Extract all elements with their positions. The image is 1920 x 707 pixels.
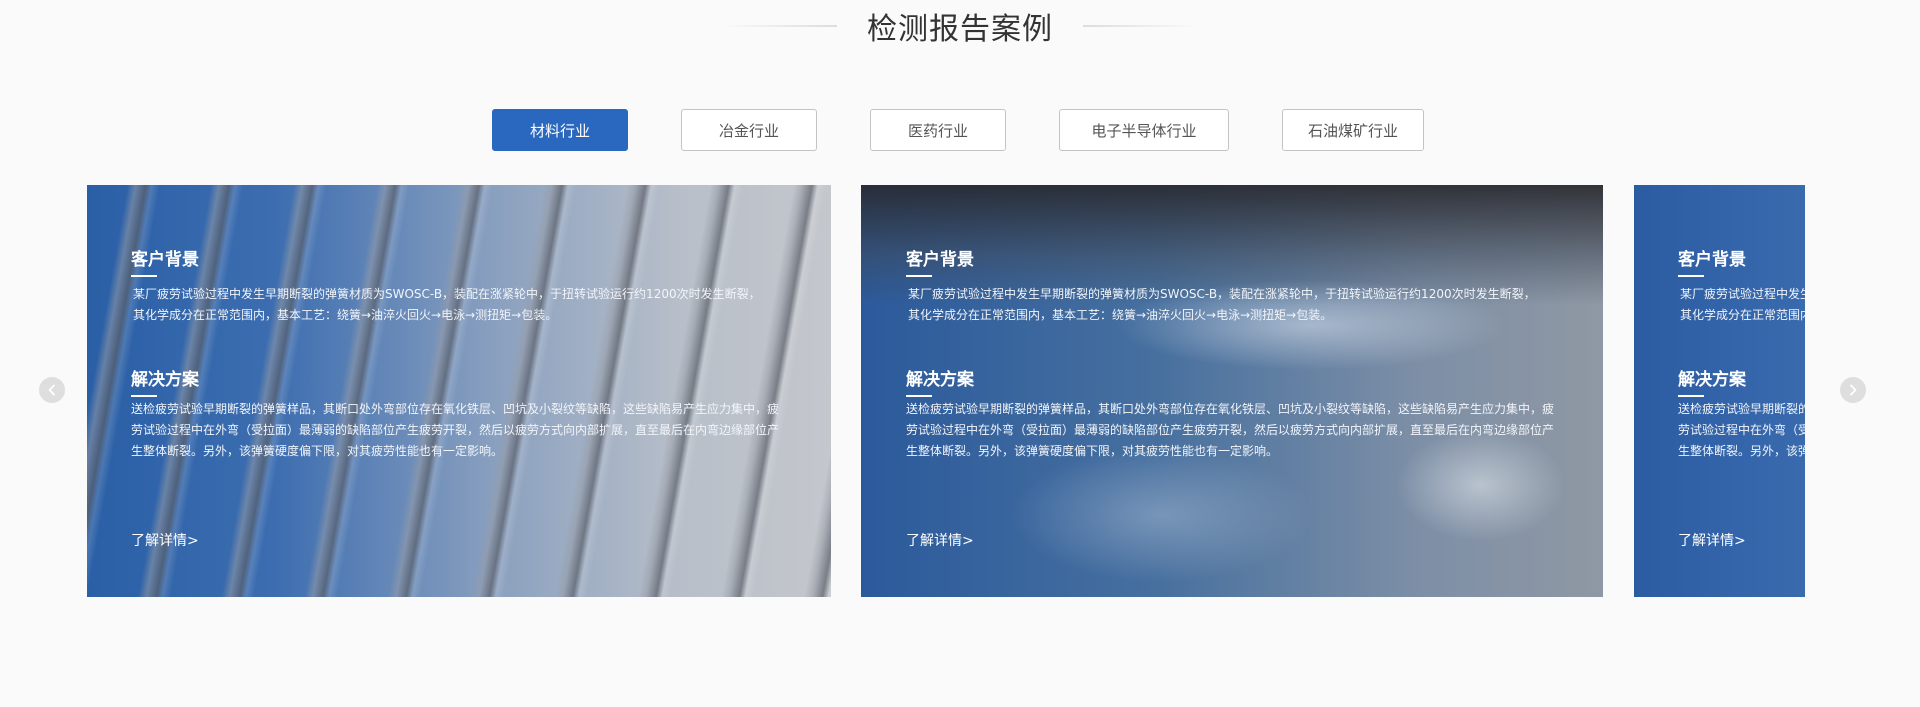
solution-text: 生整体断裂。另外，该弹簧硬度偏下限，对其疲劳性能也有一定影响。 (906, 444, 1279, 458)
case-card[interactable]: 客户背景 某厂疲劳试验过程中发生 其化学成分在正常范围内 解决方案 送检疲劳试验… (1634, 185, 1805, 597)
learn-more-link[interactable]: 了解详情> (131, 530, 199, 550)
solution-text: 送检疲劳试验早期断裂的 (1678, 402, 1805, 416)
heading-underline (906, 275, 932, 277)
customer-background-text: 其化学成分在正常范围内 (1680, 308, 1805, 322)
learn-more-link[interactable]: 了解详情> (1678, 530, 1746, 550)
customer-background-heading: 客户背景 (906, 250, 974, 270)
heading-underline (131, 395, 157, 397)
customer-background-text: 其化学成分在正常范围内，基本工艺：绕簧→油淬火回火→电泳→测扭矩→包装。 (133, 308, 558, 322)
solution-text: 生整体断裂。另外，该弹簧硬度偏下限，对其疲劳性能也有一定影响。 (131, 444, 504, 458)
title-divider-right (1083, 25, 1198, 27)
case-card[interactable]: 客户背景 某厂疲劳试验过程中发生早期断裂的弹簧材质为SWOSC-B，装配在涨紧轮… (87, 185, 831, 597)
carousel-prev-button[interactable] (39, 377, 65, 403)
solution-heading: 解决方案 (1678, 370, 1746, 390)
section-title: 检测报告案例 (867, 12, 1053, 47)
chevron-right-icon (1847, 381, 1859, 400)
title-divider-left (722, 25, 837, 27)
customer-background-text: 某厂疲劳试验过程中发生 (1680, 287, 1805, 301)
chevron-left-icon (46, 381, 58, 400)
solution-heading: 解决方案 (131, 370, 199, 390)
tab-materials[interactable]: 材料行业 (492, 109, 628, 151)
carousel-next-button[interactable] (1840, 377, 1866, 403)
heading-underline (131, 275, 157, 277)
customer-background-text: 其化学成分在正常范围内，基本工艺：绕簧→油淬火回火→电泳→测扭矩→包装。 (908, 308, 1333, 322)
section-header: 检测报告案例 (0, 4, 1920, 48)
tab-pharmaceutical[interactable]: 医药行业 (870, 109, 1006, 151)
customer-background-text: 某厂疲劳试验过程中发生早期断裂的弹簧材质为SWOSC-B，装配在涨紧轮中，于扭转… (908, 287, 1536, 301)
solution-text: 劳试验过程中在外弯（受拉面）最薄弱的缺陷部位产生疲劳开裂，然后以疲劳方式向内部扩… (131, 423, 780, 437)
tab-electronics-semiconductor[interactable]: 电子半导体行业 (1059, 109, 1229, 151)
solution-text: 送检疲劳试验早期断裂的弹簧样品，其断口处外弯部位存在氧化铁层、凹坑及小裂纹等缺陷… (131, 402, 780, 416)
solution-heading: 解决方案 (906, 370, 974, 390)
case-section: 检测报告案例 材料行业 冶金行业 医药行业 电子半导体行业 石油煤矿行业 客户背… (0, 0, 1920, 707)
heading-underline (1678, 275, 1704, 277)
solution-text: 劳试验过程中在外弯（受 (1678, 423, 1805, 437)
learn-more-link[interactable]: 了解详情> (906, 530, 974, 550)
heading-underline (906, 395, 932, 397)
solution-text: 送检疲劳试验早期断裂的弹簧样品，其断口处外弯部位存在氧化铁层、凹坑及小裂纹等缺陷… (906, 402, 1555, 416)
solution-text: 生整体断裂。另外，该弹 (1678, 444, 1805, 458)
customer-background-heading: 客户背景 (1678, 250, 1746, 270)
industry-tabs: 材料行业 冶金行业 医药行业 电子半导体行业 石油煤矿行业 (0, 109, 1920, 151)
heading-underline (1678, 395, 1704, 397)
solution-text: 劳试验过程中在外弯（受拉面）最薄弱的缺陷部位产生疲劳开裂，然后以疲劳方式向内部扩… (906, 423, 1555, 437)
tab-metallurgy[interactable]: 冶金行业 (681, 109, 817, 151)
case-card[interactable]: 客户背景 某厂疲劳试验过程中发生早期断裂的弹簧材质为SWOSC-B，装配在涨紧轮… (861, 185, 1603, 597)
customer-background-text: 某厂疲劳试验过程中发生早期断裂的弹簧材质为SWOSC-B，装配在涨紧轮中，于扭转… (133, 287, 761, 301)
tab-petroleum-coal[interactable]: 石油煤矿行业 (1282, 109, 1424, 151)
customer-background-heading: 客户背景 (131, 250, 199, 270)
